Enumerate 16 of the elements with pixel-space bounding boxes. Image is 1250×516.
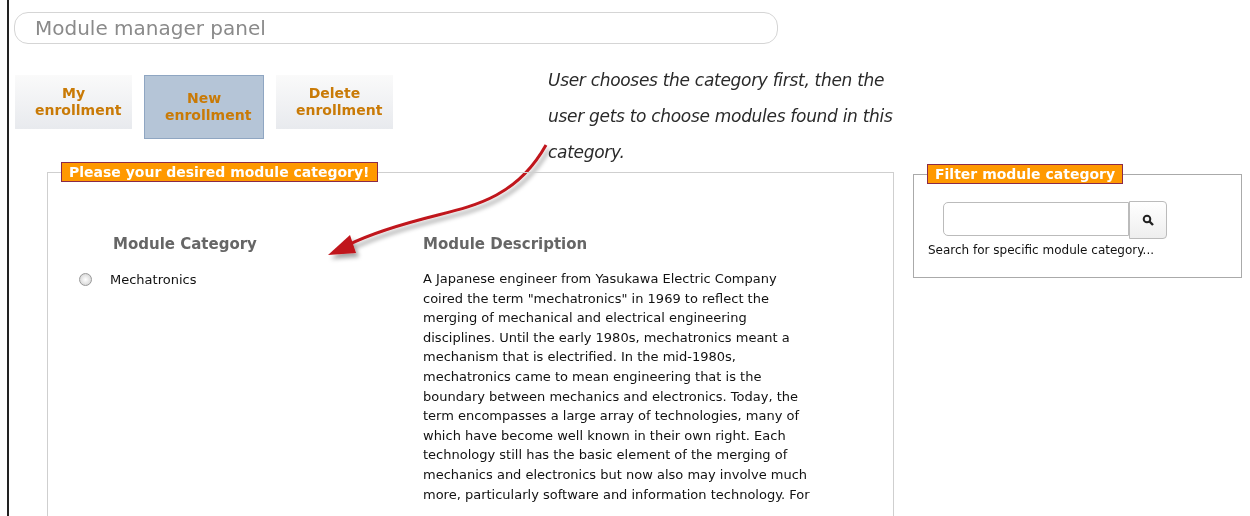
category-label: Mechatronics bbox=[110, 271, 197, 287]
search-hint: Search for specific module category... bbox=[928, 243, 1156, 257]
tab[interactable]: My enrollment bbox=[15, 75, 132, 129]
tab[interactable]: New enrollment bbox=[144, 75, 264, 139]
column-header: Module Description bbox=[422, 235, 589, 253]
category-description: A Japanese engineer from Yasukawa Electric Company coired the term "mechatronics" in 1969 to reflect the merging of mechanical and electrical engineering disciplines. Until the early 1980s, mechatronics meant a mechanism that is electrified. In the mid-1980s, mechatronics came to mean engineering that is the boundary between mechanics and electronics. Today, the term encompasses a large array of technologies, many of which have become well known in their own right. Each technology still has the basic element of the merging of mechanics and electronics but now also may involve much more, particularly software and information technology. For bbox=[423, 270, 811, 504]
search-field[interactable] bbox=[943, 202, 1129, 236]
column-header: Module Category bbox=[112, 235, 258, 253]
radio-button[interactable] bbox=[79, 272, 92, 286]
search-button[interactable] bbox=[1129, 201, 1167, 239]
panel-title: Module manager panel bbox=[14, 12, 778, 44]
panel-legend: Please your desired module category! bbox=[61, 162, 378, 182]
search-icon bbox=[1142, 214, 1154, 226]
panel-legend: Filter module category bbox=[927, 164, 1124, 184]
annotation-text: User chooses the category first, then the user gets to choose modules found in this category. bbox=[548, 69, 894, 164]
tab[interactable]: Delete enrollment bbox=[276, 75, 393, 129]
